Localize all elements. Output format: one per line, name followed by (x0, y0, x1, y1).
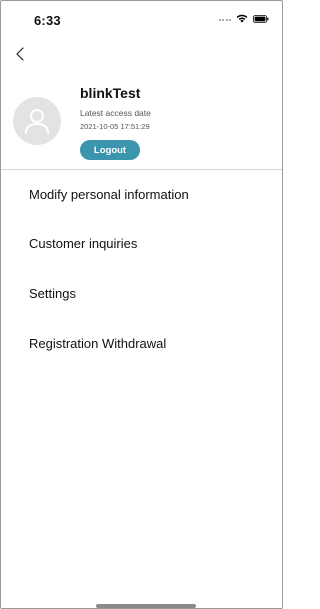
signal-dots-icon (218, 19, 231, 21)
menu-item-settings[interactable]: Settings (1, 268, 282, 318)
back-button[interactable] (13, 43, 31, 65)
menu-item-customer-inquiries[interactable]: Customer inquiries (1, 218, 282, 268)
status-bar: 6:33 (1, 1, 282, 35)
battery-icon (253, 14, 269, 23)
status-time: 6:33 (34, 13, 61, 28)
menu-list: Modify personal information Customer inq… (1, 170, 282, 368)
home-indicator[interactable] (96, 604, 196, 608)
profile-section: blinkTest Latest access date 2021-10-05 … (1, 79, 282, 169)
latest-access-label: Latest access date (80, 108, 151, 118)
menu-item-modify-personal-information[interactable]: Modify personal information (1, 170, 282, 218)
chevron-left-icon (16, 47, 24, 61)
status-icons (218, 14, 270, 23)
menu-item-registration-withdrawal[interactable]: Registration Withdrawal (1, 318, 282, 368)
latest-access-date: 2021-10-05 17:51:29 (80, 122, 150, 131)
person-outline-icon (25, 109, 49, 134)
username: blinkTest (80, 85, 141, 101)
logout-button[interactable]: Logout (80, 140, 140, 160)
avatar (13, 97, 61, 145)
wifi-icon (236, 14, 248, 23)
my-page-screen: 6:33 blinkTest Latest access date 2021-1… (0, 0, 283, 609)
